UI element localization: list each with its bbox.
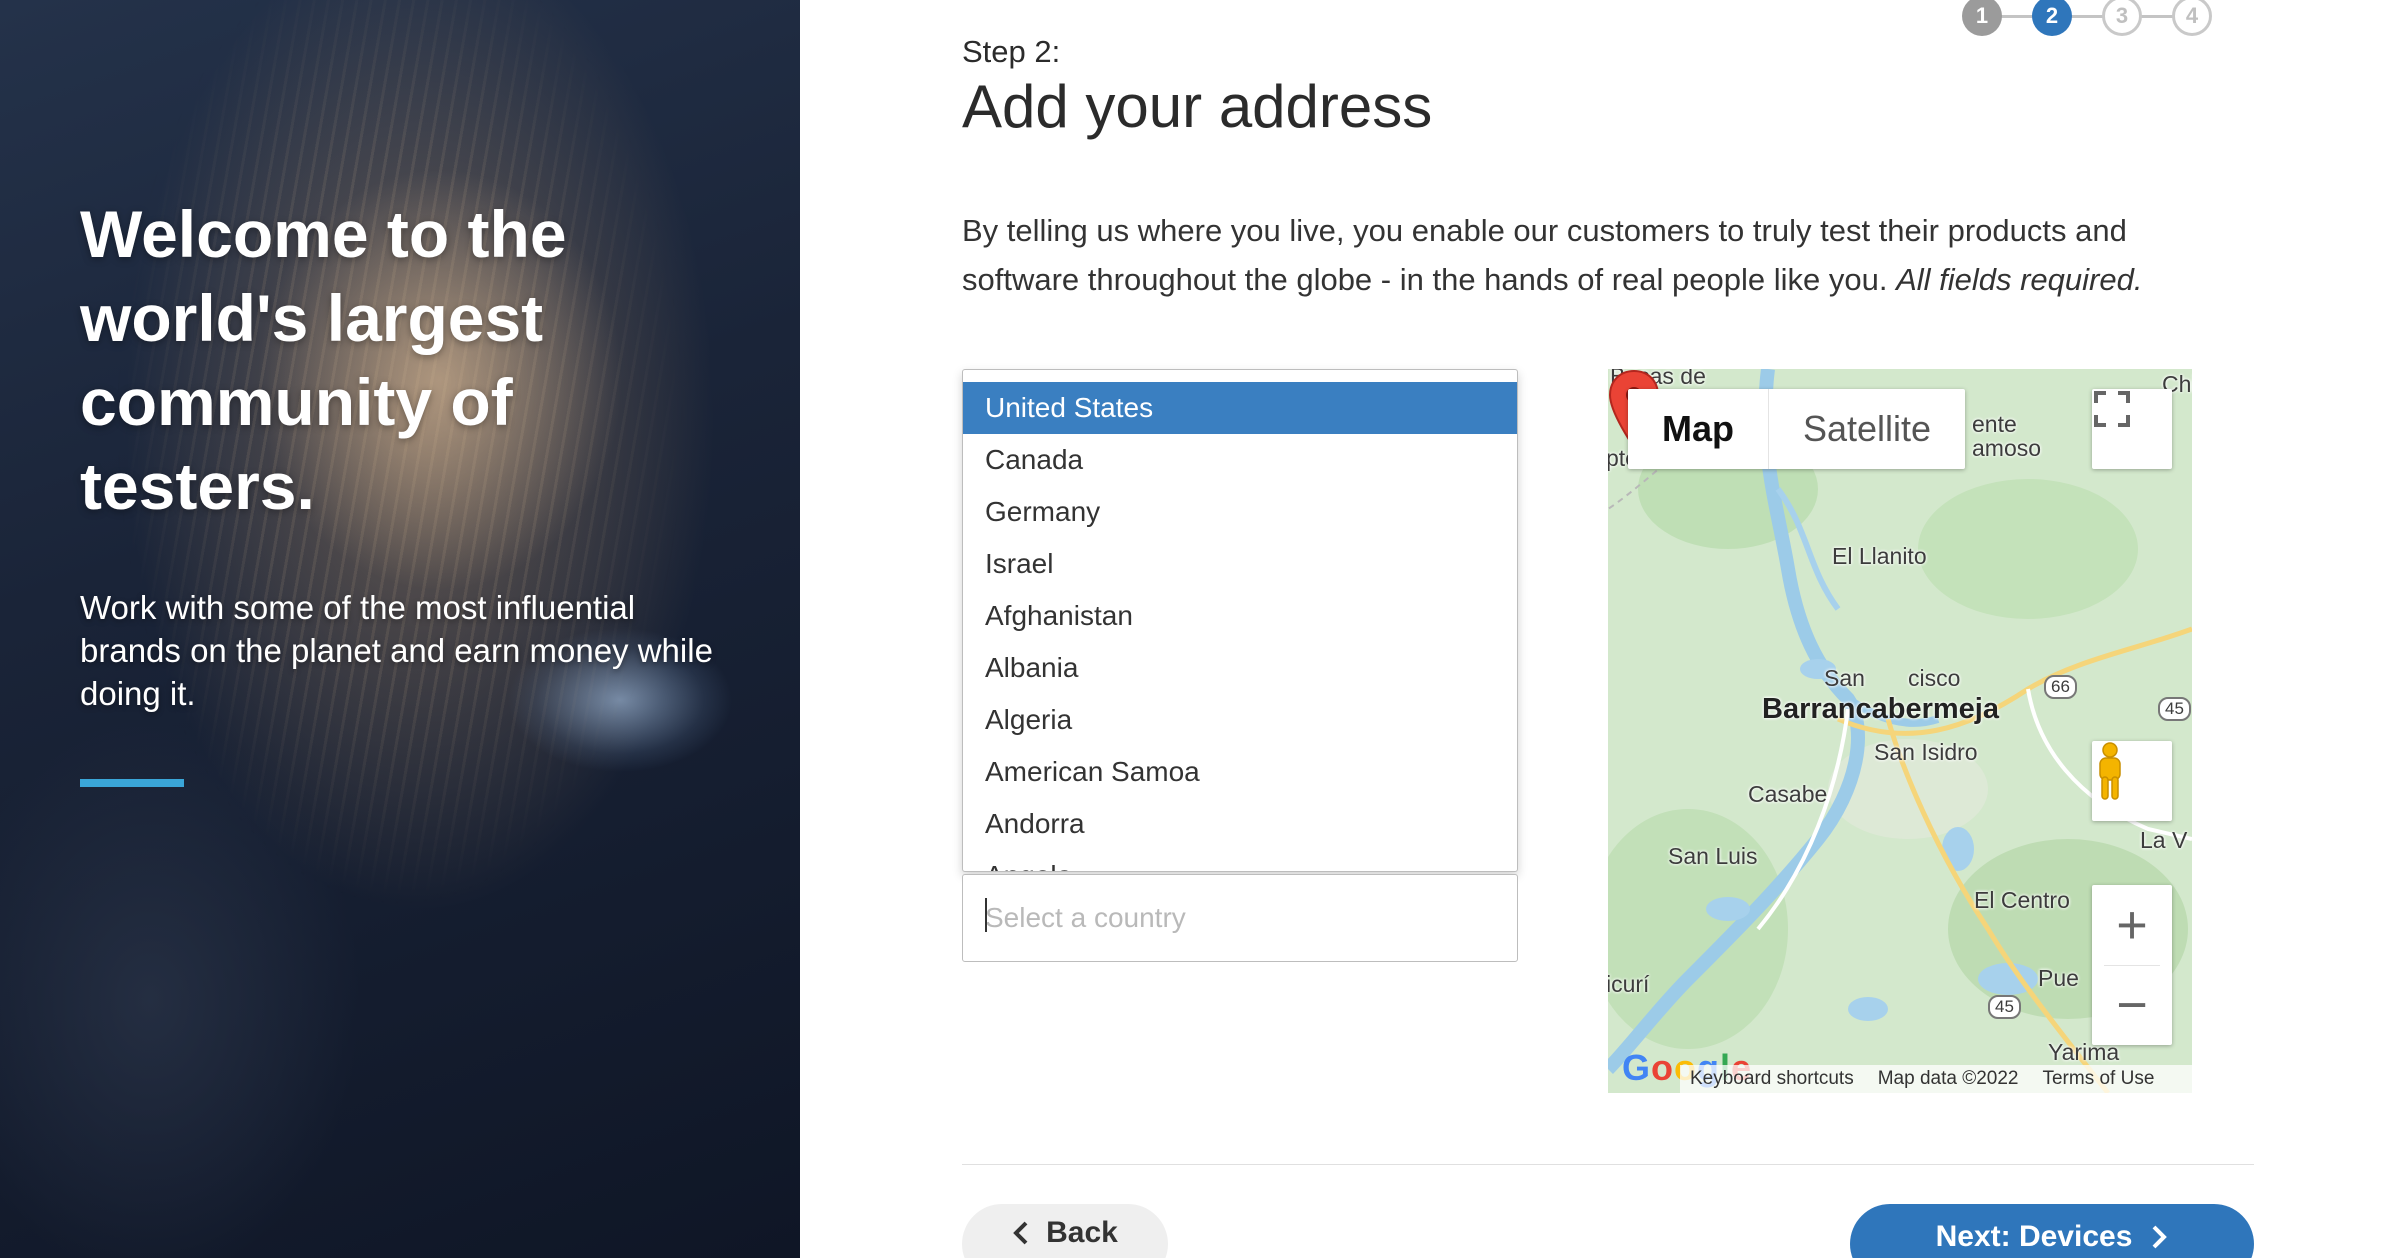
map-label: El Centro bbox=[1974, 887, 2070, 913]
country-search-input[interactable] bbox=[962, 874, 1518, 962]
country-option[interactable]: Andorra bbox=[963, 798, 1517, 850]
step-label: Step 2: bbox=[962, 34, 1061, 69]
map-label: El Llanito bbox=[1832, 543, 1927, 569]
country-option[interactable]: United States bbox=[963, 382, 1517, 434]
address-map[interactable]: Brisas de Y Chi ente amoso pte El Llanit… bbox=[1608, 369, 2192, 1093]
map-label: Casabe bbox=[1748, 781, 1828, 807]
country-option[interactable]: American Samoa bbox=[963, 746, 1517, 798]
map-label: San Isidro bbox=[1874, 739, 1978, 765]
next-devices-button[interactable]: Next: Devices bbox=[1850, 1204, 2254, 1258]
country-option[interactable]: Canada bbox=[963, 434, 1517, 486]
pegman-icon[interactable] bbox=[2092, 741, 2172, 821]
chevron-right-icon bbox=[2152, 1225, 2168, 1249]
map-attribution-bar: Keyboard shortcuts Map data ©2022 Terms … bbox=[1680, 1065, 2192, 1093]
intro-text: By telling us where you live, you enable… bbox=[962, 206, 2222, 304]
intro-emphasis: All fields required. bbox=[1896, 262, 2143, 297]
stepper-line bbox=[2000, 15, 2186, 18]
map-label: La V bbox=[2140, 827, 2188, 853]
terms-link[interactable]: Terms of Use bbox=[2042, 1068, 2154, 1090]
map-label: ente bbox=[1972, 411, 2017, 437]
route-shield: 45 bbox=[1988, 995, 2021, 1019]
map-label: amoso bbox=[1972, 435, 2042, 461]
map-type-map-button[interactable]: Map bbox=[1628, 389, 1769, 469]
map-label-city: Barrancabermeja bbox=[1762, 693, 1999, 725]
country-option[interactable]: Germany bbox=[963, 486, 1517, 538]
back-label: Back bbox=[1046, 1216, 1118, 1249]
map-type-satellite-button[interactable]: Satellite bbox=[1769, 389, 1965, 469]
country-option[interactable]: Israel bbox=[963, 538, 1517, 590]
keyboard-shortcuts-link[interactable]: Keyboard shortcuts bbox=[1690, 1068, 1854, 1090]
map-label: icurí bbox=[1608, 971, 1650, 997]
step-2: 2 bbox=[2032, 0, 2072, 36]
step-3: 3 bbox=[2102, 0, 2142, 36]
map-type-control[interactable]: Map Satellite bbox=[1628, 389, 1966, 469]
progress-stepper: 1 2 3 4 bbox=[1962, 0, 2218, 36]
next-label: Next: Devices bbox=[1935, 1220, 2133, 1253]
map-label: San Luis bbox=[1668, 843, 1758, 869]
chevron-left-icon bbox=[1013, 1221, 1028, 1245]
step-1: 1 bbox=[1962, 0, 2002, 36]
page-title: Add your address bbox=[962, 73, 1433, 140]
fullscreen-icon[interactable] bbox=[2092, 389, 2172, 469]
route-shield: 45 bbox=[2158, 697, 2191, 721]
hero-subtitle: Work with some of the most influential b… bbox=[80, 589, 713, 712]
hero-title: Welcome to the world's largest community… bbox=[80, 197, 567, 523]
country-option[interactable]: Angola bbox=[963, 850, 1517, 871]
text-caret bbox=[985, 898, 987, 932]
map-label: Pue bbox=[2038, 965, 2079, 991]
step-4: 4 bbox=[2172, 0, 2212, 36]
hero-panel: Welcome to the world's largest community… bbox=[0, 0, 800, 1258]
route-shield: 66 bbox=[2044, 675, 2077, 699]
zoom-in-icon[interactable]: + bbox=[2092, 885, 2172, 965]
country-option[interactable]: Afghanistan bbox=[963, 590, 1517, 642]
map-label: San bbox=[1824, 665, 1865, 691]
back-button[interactable]: Back bbox=[962, 1204, 1168, 1258]
country-option[interactable]: Albania bbox=[963, 642, 1517, 694]
map-label: cisco bbox=[1908, 665, 1961, 691]
hero-accent-bar bbox=[80, 779, 184, 787]
zoom-out-icon[interactable]: − bbox=[2092, 966, 2172, 1046]
country-dropdown-list[interactable]: United States Canada Germany Israel Afgh… bbox=[962, 369, 1518, 872]
map-data-text: Map data ©2022 bbox=[1877, 1068, 2019, 1089]
zoom-control[interactable]: + − bbox=[2092, 885, 2172, 1045]
footer-divider bbox=[962, 1164, 2254, 1165]
country-option[interactable]: Algeria bbox=[963, 694, 1517, 746]
